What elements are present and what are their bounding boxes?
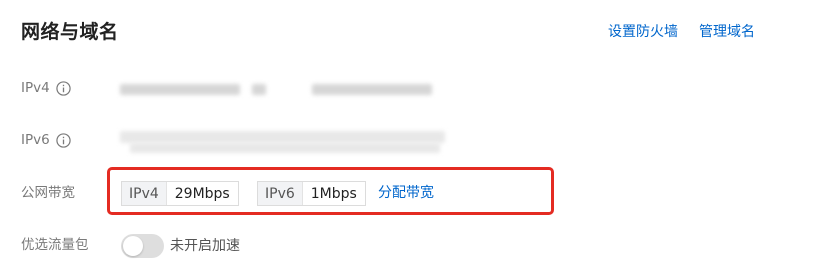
ipv4-label: IPv4 <box>21 80 50 96</box>
ipv6-address-redacted <box>120 131 445 143</box>
set-firewall-link[interactable]: 设置防火墙 <box>608 22 678 42</box>
acceleration-status-text: 未开启加速 <box>170 238 240 254</box>
ipv4-address-redacted <box>120 84 240 95</box>
ipv6-address-redacted-2 <box>130 143 440 153</box>
ipv6-label: IPv6 <box>21 132 50 148</box>
toggle-knob <box>123 236 143 256</box>
ipv6-row-label: IPv6 <box>21 130 71 150</box>
ipv4-address-redacted-2 <box>252 84 266 95</box>
manage-domain-link[interactable]: 管理域名 <box>699 22 755 42</box>
traffic-package-label: 优选流量包 <box>21 237 89 253</box>
section-title: 网络与域名 <box>21 21 119 43</box>
info-icon[interactable] <box>56 80 71 96</box>
bandwidth-label: 公网带宽 <box>21 185 75 201</box>
highlight-annotation-box <box>107 167 554 215</box>
ipv4-row-label: IPv4 <box>21 78 71 98</box>
header-links: 设置防火墙 管理域名 <box>608 22 755 42</box>
acceleration-toggle[interactable] <box>121 234 164 258</box>
ipv4-address-redacted-3 <box>312 84 432 95</box>
info-icon[interactable] <box>56 132 71 148</box>
